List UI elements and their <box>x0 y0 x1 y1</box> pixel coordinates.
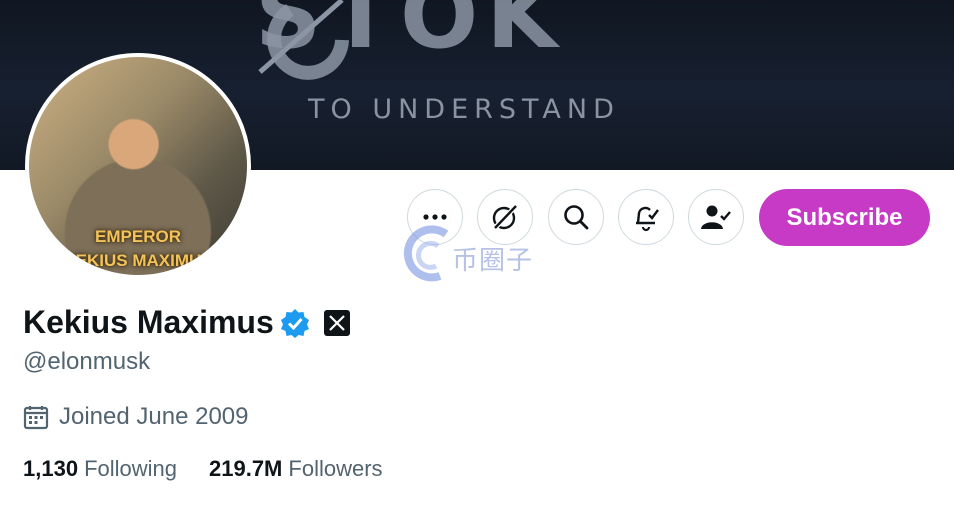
avatar[interactable]: EMPEROR KEKIUS MAXIMUS <box>25 53 251 279</box>
search-button[interactable] <box>548 189 604 245</box>
avatar-caption-line1: EMPEROR <box>95 227 181 246</box>
notifications-button[interactable] <box>618 189 674 245</box>
follow-stats: 1,130 Following 219.7M Followers <box>23 456 383 482</box>
display-name: Kekius Maximus <box>23 304 274 340</box>
search-icon <box>564 205 589 230</box>
profile-name-row: Kekius Maximus <box>23 304 350 341</box>
followers-count: 219.7M <box>209 456 283 481</box>
verified-badge-icon[interactable] <box>280 308 310 338</box>
bell-check-icon <box>636 206 659 232</box>
following-status-button[interactable] <box>688 189 744 245</box>
avatar-caption-line2: KEKIUS MAXIMUS <box>63 251 213 270</box>
person-check-icon <box>701 205 731 229</box>
user-handle: @elonmusk <box>23 348 151 375</box>
grok-button[interactable] <box>477 189 533 245</box>
watermark-logo-icon <box>403 225 449 282</box>
followers-link[interactable]: 219.7M Followers <box>209 456 383 482</box>
grok-icon <box>492 203 519 231</box>
watermark-text: 币圈子 <box>452 246 534 276</box>
banner-subtitle: TO UNDERSTAND <box>308 94 620 125</box>
affiliate-badge[interactable] <box>323 309 350 336</box>
following-link[interactable]: 1,130 Following <box>23 456 177 482</box>
followers-label: Followers <box>288 456 383 481</box>
banner-title: STOK <box>255 0 566 69</box>
calendar-icon <box>23 406 49 430</box>
subscribe-button[interactable]: Subscribe <box>759 189 930 246</box>
joined-date-row: Joined June 2009 <box>23 403 249 431</box>
following-count: 1,130 <box>23 456 79 481</box>
more-icon <box>423 214 447 220</box>
x-logo-icon <box>328 314 345 331</box>
following-label: Following <box>84 456 177 481</box>
joined-date: Joined June 2009 <box>59 403 249 430</box>
